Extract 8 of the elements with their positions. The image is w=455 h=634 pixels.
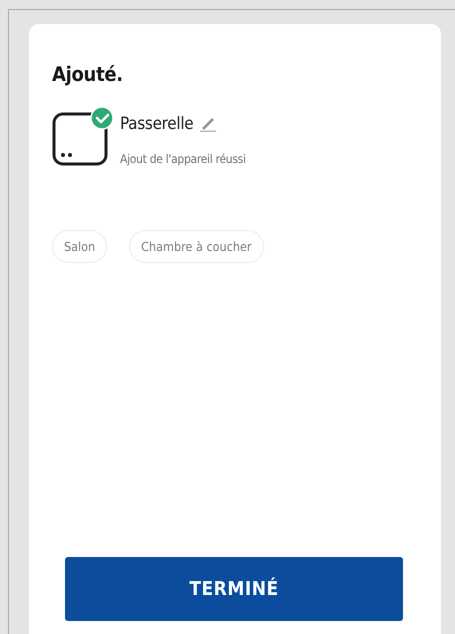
device-name: Passerelle — [120, 114, 194, 134]
gateway-device-icon — [52, 106, 114, 166]
room-chip[interactable]: Salon — [52, 230, 108, 263]
room-chip[interactable]: Chambre à coucher — [129, 230, 264, 263]
page-title: Ajouté. — [52, 62, 124, 86]
edit-icon[interactable] — [199, 116, 218, 132]
status-text: Ajout de l'appareil réussi — [120, 152, 246, 166]
done-button[interactable]: TERMINÉ — [65, 557, 403, 621]
